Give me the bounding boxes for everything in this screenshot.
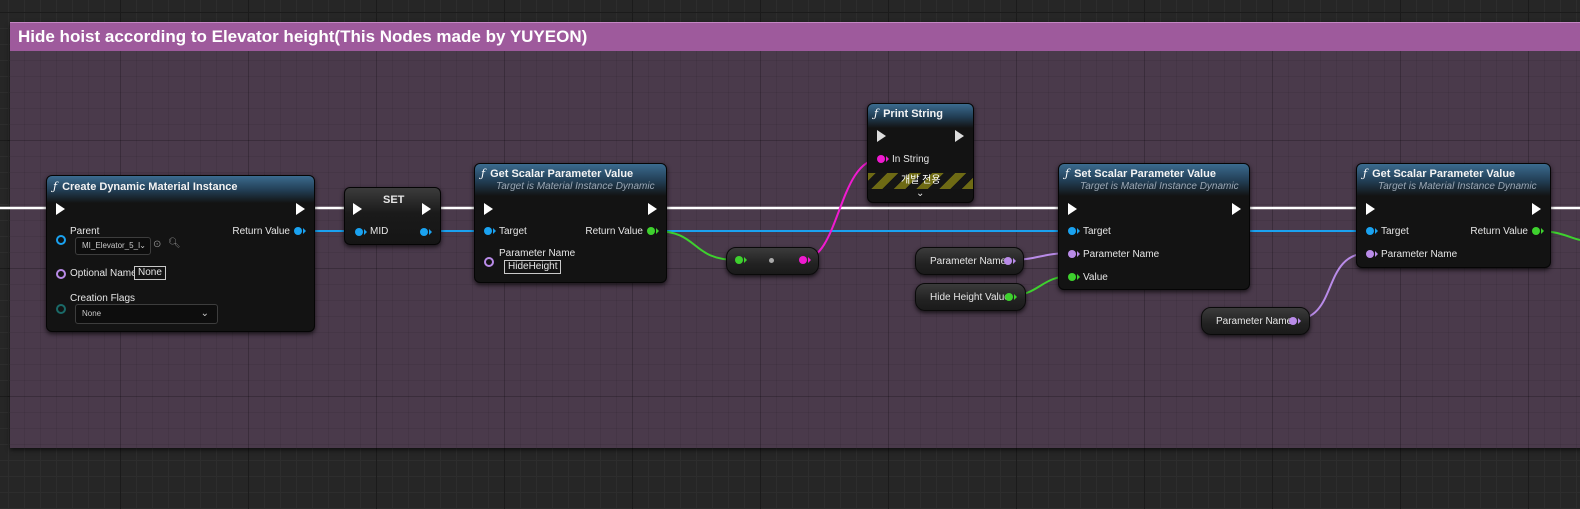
variable-out-pin[interactable]: [1289, 317, 1301, 325]
target-pin[interactable]: [484, 227, 496, 235]
optional-name-label: Optional Name: [70, 268, 137, 279]
function-icon: ƒ: [53, 180, 58, 193]
variable-label: Parameter Name: [1216, 316, 1293, 327]
parameter-name-label: Parameter Name: [1381, 249, 1458, 260]
exec-out-pin[interactable]: [955, 130, 964, 142]
exec-out-pin[interactable]: [296, 203, 305, 215]
function-icon: ƒ: [874, 107, 879, 120]
parameter-name-pin[interactable]: [1366, 250, 1378, 258]
chevron-down-icon: ⌄: [139, 241, 146, 250]
mid-in-pin[interactable]: [355, 228, 367, 236]
mid-label: MID: [370, 226, 389, 237]
parameter-name-label: Parameter Name: [1083, 249, 1160, 260]
target-label: Target: [1381, 226, 1409, 237]
create-dynamic-material-instance-node[interactable]: ƒ Create Dynamic Material Instance Parent…: [46, 175, 315, 332]
development-only-label: 개발 전용: [901, 175, 941, 186]
node-subtitle: Target is Material Instance Dynamic: [496, 181, 655, 192]
variable-label: Hide Height Value: [930, 292, 1010, 303]
variable-out-pin[interactable]: [1005, 293, 1017, 301]
browse-arrow-icon[interactable]: ⊙: [153, 239, 161, 250]
parameter-name-label: Parameter Name: [499, 248, 576, 259]
exec-in-pin[interactable]: [56, 203, 65, 215]
return-value-pin[interactable]: [647, 227, 659, 235]
exec-out-pin[interactable]: [648, 203, 657, 215]
exec-out-pin[interactable]: [422, 203, 431, 215]
node-title: Print String: [883, 108, 943, 120]
chevron-down-icon: ⌄: [200, 308, 209, 319]
function-icon: ƒ: [1065, 167, 1070, 180]
exec-in-pin[interactable]: [877, 130, 886, 142]
return-value-pin[interactable]: [1532, 227, 1544, 235]
expand-chevron-icon[interactable]: ⌄: [916, 188, 924, 200]
exec-out-pin[interactable]: [1532, 203, 1541, 215]
get-scalar-parameter-value-node[interactable]: ƒ Get Scalar Parameter Value Target is Ma…: [474, 163, 667, 283]
return-value-label: Return Value: [232, 226, 290, 237]
set-title: SET: [383, 194, 405, 206]
variable-label: Parameter Name: [930, 256, 1007, 267]
node-title: Get Scalar Parameter Value: [490, 168, 634, 180]
return-value-pin[interactable]: [294, 227, 306, 235]
parameter-name-variable-node[interactable]: Parameter Name: [1201, 307, 1310, 335]
return-value-label: Return Value: [585, 226, 643, 237]
node-title: Set Scalar Parameter Value: [1074, 168, 1216, 180]
get-scalar-parameter-value-node[interactable]: ƒ Get Scalar Parameter Value Target is Ma…: [1356, 163, 1551, 268]
creation-flags-dropdown[interactable]: None ⌄: [75, 304, 218, 324]
parameter-name-pin[interactable]: [484, 257, 494, 267]
target-pin[interactable]: [1366, 227, 1378, 235]
variable-out-pin[interactable]: [1004, 257, 1016, 265]
exec-in-pin[interactable]: [1068, 203, 1077, 215]
value-label: Value: [1083, 272, 1108, 283]
optional-name-pin[interactable]: [56, 269, 66, 279]
set-variable-node[interactable]: SET MID: [344, 187, 441, 245]
float-wire: [654, 230, 738, 261]
hide-height-value-variable-node[interactable]: Hide Height Value: [915, 283, 1026, 311]
node-subtitle: Target is Material Instance Dynamic: [1080, 181, 1239, 192]
function-icon: ƒ: [481, 167, 486, 180]
set-scalar-parameter-value-node[interactable]: ƒ Set Scalar Parameter Value Target is Ma…: [1058, 163, 1250, 290]
node-title: Get Scalar Parameter Value: [1372, 168, 1516, 180]
mid-out-pin[interactable]: [420, 228, 432, 236]
target-label: Target: [1083, 226, 1111, 237]
return-value-label: Return Value: [1470, 226, 1528, 237]
in-string-label: In String: [892, 154, 930, 165]
print-string-node[interactable]: ƒ Print String In String 개발 전용 ⌄: [867, 103, 974, 203]
parameter-name-field[interactable]: HideHeight: [504, 260, 562, 274]
optional-name-field[interactable]: None: [134, 266, 166, 280]
parameter-name-pin[interactable]: [1068, 250, 1080, 258]
search-icon[interactable]: 🔍︎: [168, 238, 181, 249]
target-pin[interactable]: [1068, 227, 1080, 235]
exec-in-pin[interactable]: [1366, 203, 1375, 215]
creation-flags-pin[interactable]: [56, 304, 66, 314]
conversion-dot: [769, 258, 774, 263]
conversion-in-pin[interactable]: [735, 256, 747, 264]
parent-pin[interactable]: [56, 235, 66, 245]
in-string-pin[interactable]: [877, 155, 889, 163]
node-title: Create Dynamic Material Instance: [62, 181, 238, 193]
function-icon: ƒ: [1363, 167, 1368, 180]
node-subtitle: Target is Material Instance Dynamic: [1378, 181, 1537, 192]
exec-out-pin[interactable]: [1232, 203, 1241, 215]
conversion-out-pin[interactable]: [799, 256, 811, 264]
parameter-name-variable-node[interactable]: Parameter Name: [915, 247, 1024, 275]
float-to-string-conversion-node[interactable]: [726, 247, 819, 275]
parent-asset-picker[interactable]: MI_Elevator_5_I ⌄: [75, 237, 151, 255]
exec-in-pin[interactable]: [353, 203, 362, 215]
value-pin[interactable]: [1068, 273, 1080, 281]
exec-in-pin[interactable]: [484, 203, 493, 215]
target-label: Target: [499, 226, 527, 237]
